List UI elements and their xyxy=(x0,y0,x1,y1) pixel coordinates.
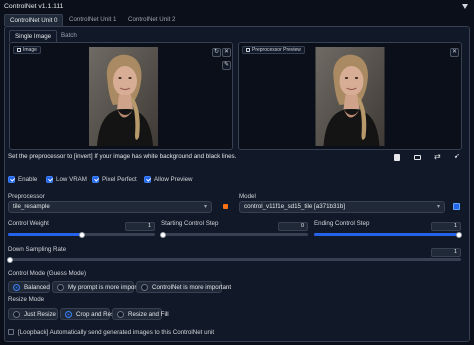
radio-just-resize[interactable]: Just Resize xyxy=(8,308,58,320)
control-weight-input[interactable]: 1 xyxy=(125,222,155,231)
radio-prompt-important[interactable]: My prompt is more important xyxy=(52,281,147,293)
low-vram-label: Low VRAM xyxy=(56,176,87,183)
invert-hint: Set the preprocessor to [invert] If your… xyxy=(8,153,237,160)
image-icon xyxy=(246,48,250,52)
radio-crop-and-resize[interactable]: Crop and Resize xyxy=(60,308,122,320)
run-preprocessor-icon[interactable] xyxy=(223,204,228,209)
model-dropdown[interactable]: control_v11f1e_sd15_tile [a371b31b] ▾ xyxy=(239,201,445,213)
control-weight-label: Control Weight xyxy=(8,220,49,227)
chevron-down-icon: ▾ xyxy=(203,204,207,210)
tab-unit-2[interactable]: ControlNet Unit 2 xyxy=(123,14,180,26)
slider-fill xyxy=(8,233,82,236)
enable-label: Enable xyxy=(18,176,38,183)
slider-handle[interactable] xyxy=(160,231,166,238)
control-mode-label: Control Mode (Guess Mode) xyxy=(8,270,87,277)
chevron-down-icon: ▾ xyxy=(436,204,440,210)
camera-icon[interactable] xyxy=(414,155,421,160)
close-icon[interactable]: ✕ xyxy=(222,48,231,57)
slider-handle[interactable] xyxy=(78,231,85,238)
down-sampling-slider[interactable] xyxy=(7,256,461,263)
radio-balanced[interactable]: Balanced xyxy=(8,281,50,293)
radio-dot xyxy=(13,310,20,318)
image-panel[interactable]: Image ↻ ✕ ✎ xyxy=(9,42,233,150)
starting-step-label: Starting Control Step xyxy=(161,220,219,227)
preprocessor-dropdown[interactable]: tile_resample ▾ xyxy=(8,201,212,213)
resize-mode-label: Resize Mode xyxy=(8,296,45,303)
new-canvas-icon[interactable] xyxy=(394,154,400,161)
loopback-checkbox[interactable] xyxy=(8,329,14,335)
model-label: Model xyxy=(239,193,256,200)
control-weight-slider[interactable] xyxy=(8,231,155,238)
radio-dot xyxy=(13,283,20,291)
tab-single-image[interactable]: Single Image xyxy=(9,30,58,42)
pixel-perfect-label: Pixel Perfect xyxy=(102,176,137,183)
page-title: ControlNet v1.1.111 xyxy=(4,3,64,10)
radio-dot xyxy=(65,310,72,318)
enable-checkbox[interactable] xyxy=(8,176,15,183)
portrait-photo xyxy=(89,47,158,146)
preprocessor-label: Preprocessor xyxy=(8,193,45,200)
slider-handle[interactable] xyxy=(456,231,462,238)
radio-dot xyxy=(57,283,64,291)
ending-step-label: Ending Control Step xyxy=(314,220,370,227)
triangle-down-icon[interactable] xyxy=(462,4,468,9)
edit-icon[interactable]: ✎ xyxy=(222,61,231,70)
preprocessor-preview-panel: Preprocessor Preview ✕ xyxy=(238,42,462,150)
swap-icon[interactable]: ⇄ xyxy=(434,152,441,161)
input-image xyxy=(89,47,158,146)
image-icon xyxy=(17,48,21,52)
tab-batch[interactable]: Batch xyxy=(56,30,82,42)
refresh-models-icon[interactable] xyxy=(453,203,460,210)
preprocessor-value: tile_resample xyxy=(13,203,50,210)
ending-step-input[interactable]: 1 xyxy=(431,222,461,231)
tab-unit-0[interactable]: ControlNet Unit 0 xyxy=(4,14,64,26)
allow-preview-checkbox[interactable] xyxy=(144,176,151,183)
radio-resize-and-fill[interactable]: Resize and Fill xyxy=(112,308,169,320)
pixel-perfect-checkbox[interactable] xyxy=(92,176,99,183)
rotate-icon[interactable]: ↻ xyxy=(212,48,221,57)
radio-controlnet-important[interactable]: ControlNet is more important xyxy=(136,281,231,293)
ending-step-slider[interactable] xyxy=(314,231,462,238)
slider-fill xyxy=(314,233,461,236)
loopback-label: [Loopback] Automatically send generated … xyxy=(18,329,215,336)
send-dimensions-icon[interactable]: ➹ xyxy=(454,152,460,160)
preview-label: Preprocessor Preview xyxy=(242,46,305,54)
low-vram-checkbox[interactable] xyxy=(46,176,53,183)
starting-step-slider[interactable] xyxy=(160,231,308,238)
allow-preview-label: Allow Preview xyxy=(154,176,193,183)
starting-step-input[interactable]: 0 xyxy=(278,222,308,231)
tab-unit-1[interactable]: ControlNet Unit 1 xyxy=(64,14,121,26)
radio-dot xyxy=(117,310,124,318)
close-icon[interactable]: ✕ xyxy=(450,48,459,57)
slider-handle[interactable] xyxy=(7,256,13,263)
down-sampling-label: Down Sampling Rate xyxy=(8,246,67,253)
image-label: Image xyxy=(13,46,41,54)
model-value: control_v11f1e_sd15_tile [a371b31b] xyxy=(244,203,346,210)
radio-dot xyxy=(141,283,148,291)
portrait-photo xyxy=(315,47,385,146)
down-sampling-input[interactable]: 1 xyxy=(431,248,461,257)
preview-image xyxy=(315,47,385,146)
